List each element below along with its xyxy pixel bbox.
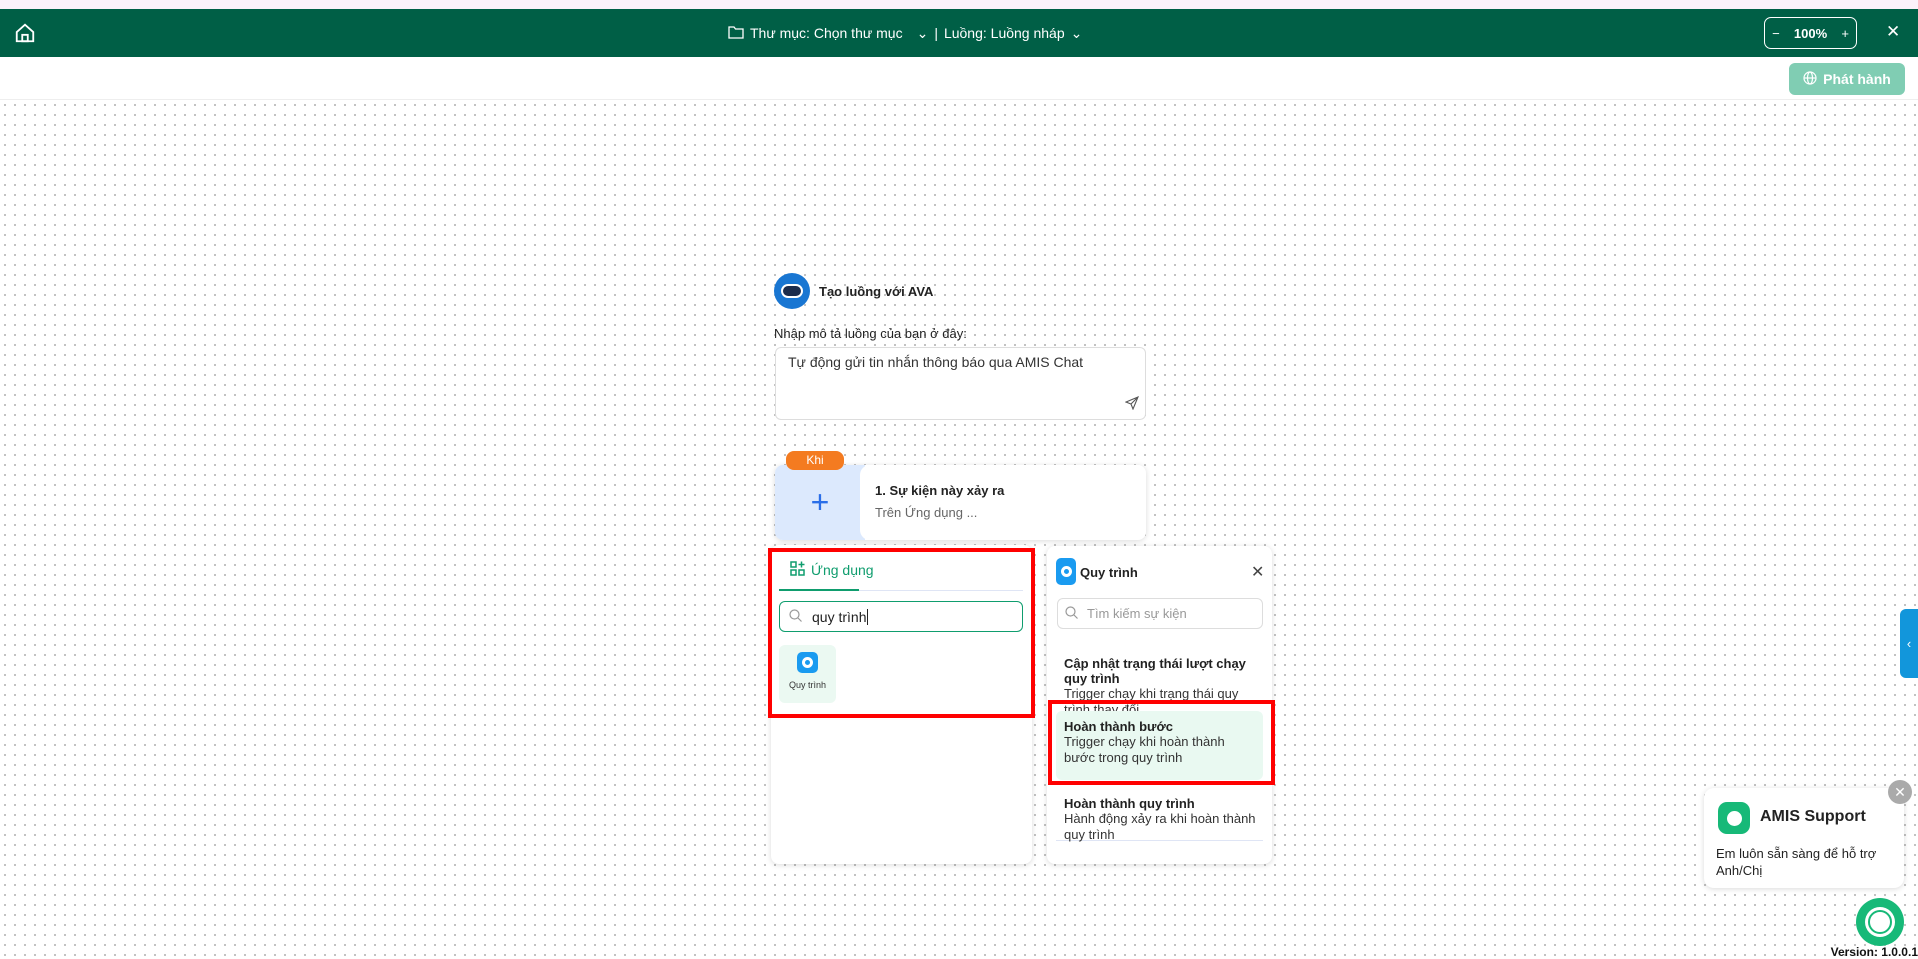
support-title: AMIS Support [1760, 808, 1866, 825]
when-badge: Khi [786, 451, 844, 470]
support-bot-icon [1718, 802, 1750, 834]
add-trigger-icon[interactable]: + [775, 465, 865, 540]
publish-button[interactable]: Phát hành [1789, 63, 1905, 95]
sub-toolbar [0, 57, 1918, 100]
send-icon[interactable] [1124, 395, 1140, 413]
globe-icon [1803, 70, 1817, 88]
close-icon[interactable]: ✕ [1251, 562, 1264, 582]
publish-label: Phát hành [1823, 71, 1891, 87]
separator: | [934, 25, 938, 41]
zoom-level: 100% [1793, 25, 1828, 41]
event-title: Cập nhật trạng thái lượt chạy quy trình [1064, 656, 1246, 686]
support-message: Em luôn sẵn sàng để hỗ trợ Anh/Chị [1716, 846, 1877, 878]
chat-bot-button[interactable] [1856, 898, 1904, 946]
zoom-in-button[interactable]: + [1841, 26, 1849, 41]
event-panel-title: Quy trình [1080, 565, 1138, 580]
folder-selector[interactable]: Thư mục: Chọn thư mục [750, 25, 903, 41]
event-search-input[interactable]: Tìm kiếm sự kiện [1057, 598, 1263, 629]
prompt-textarea[interactable]: Tự động gửi tin nhắn thông báo qua AMIS … [775, 347, 1146, 420]
chevron-down-icon[interactable]: ⌄ [917, 25, 929, 42]
prompt-value: Tự động gửi tin nhắn thông báo qua AMIS … [788, 354, 1084, 370]
prompt-label: Nhập mô tả luồng của bạn ở đây: [774, 326, 967, 341]
event-desc: Hành động xảy ra khi hoàn thành quy trìn… [1064, 811, 1256, 842]
browser-strip [0, 0, 1918, 9]
zoom-control: − 100% + [1764, 17, 1857, 49]
event-title: Hoàn thành quy trình [1064, 796, 1195, 811]
search-icon [1065, 605, 1078, 622]
ava-avatar [774, 273, 810, 309]
flow-selector[interactable]: Luồng: Luồng nháp [944, 25, 1065, 41]
support-popup: AMIS Support Em luôn sẵn sàng để hỗ trợ … [1704, 788, 1904, 888]
quy-trinh-app-icon [1056, 558, 1076, 585]
support-close-button[interactable]: ✕ [1888, 780, 1912, 804]
annotation-box [768, 548, 1035, 718]
trigger-title: 1. Sự kiện này xảy ra [875, 483, 1005, 498]
chevron-down-icon[interactable]: ⌄ [1071, 25, 1083, 42]
trigger-subtitle: Trên Ứng dụng ... [875, 505, 978, 520]
folder-icon [728, 25, 744, 42]
event-item[interactable]: Hoàn thành quy trình Hành động xảy ra kh… [1056, 796, 1263, 842]
trigger-card[interactable]: + 1. Sự kiện này xảy ra Trên Ứng dụng ..… [775, 465, 1146, 540]
home-icon[interactable] [14, 22, 36, 49]
side-panel-toggle[interactable]: ‹ [1900, 609, 1918, 678]
ava-title: Tạo luồng với AVA [819, 284, 934, 299]
annotation-box [1048, 700, 1275, 785]
close-button[interactable]: ✕ [1886, 22, 1900, 42]
version-label: Version: 1.0.0.1 [1830, 945, 1918, 959]
zoom-out-button[interactable]: − [1772, 26, 1780, 41]
top-header: Thư mục: Chọn thư mục ⌄ | Luồng: Luồng n… [0, 9, 1918, 57]
search-placeholder: Tìm kiếm sự kiện [1087, 606, 1187, 621]
